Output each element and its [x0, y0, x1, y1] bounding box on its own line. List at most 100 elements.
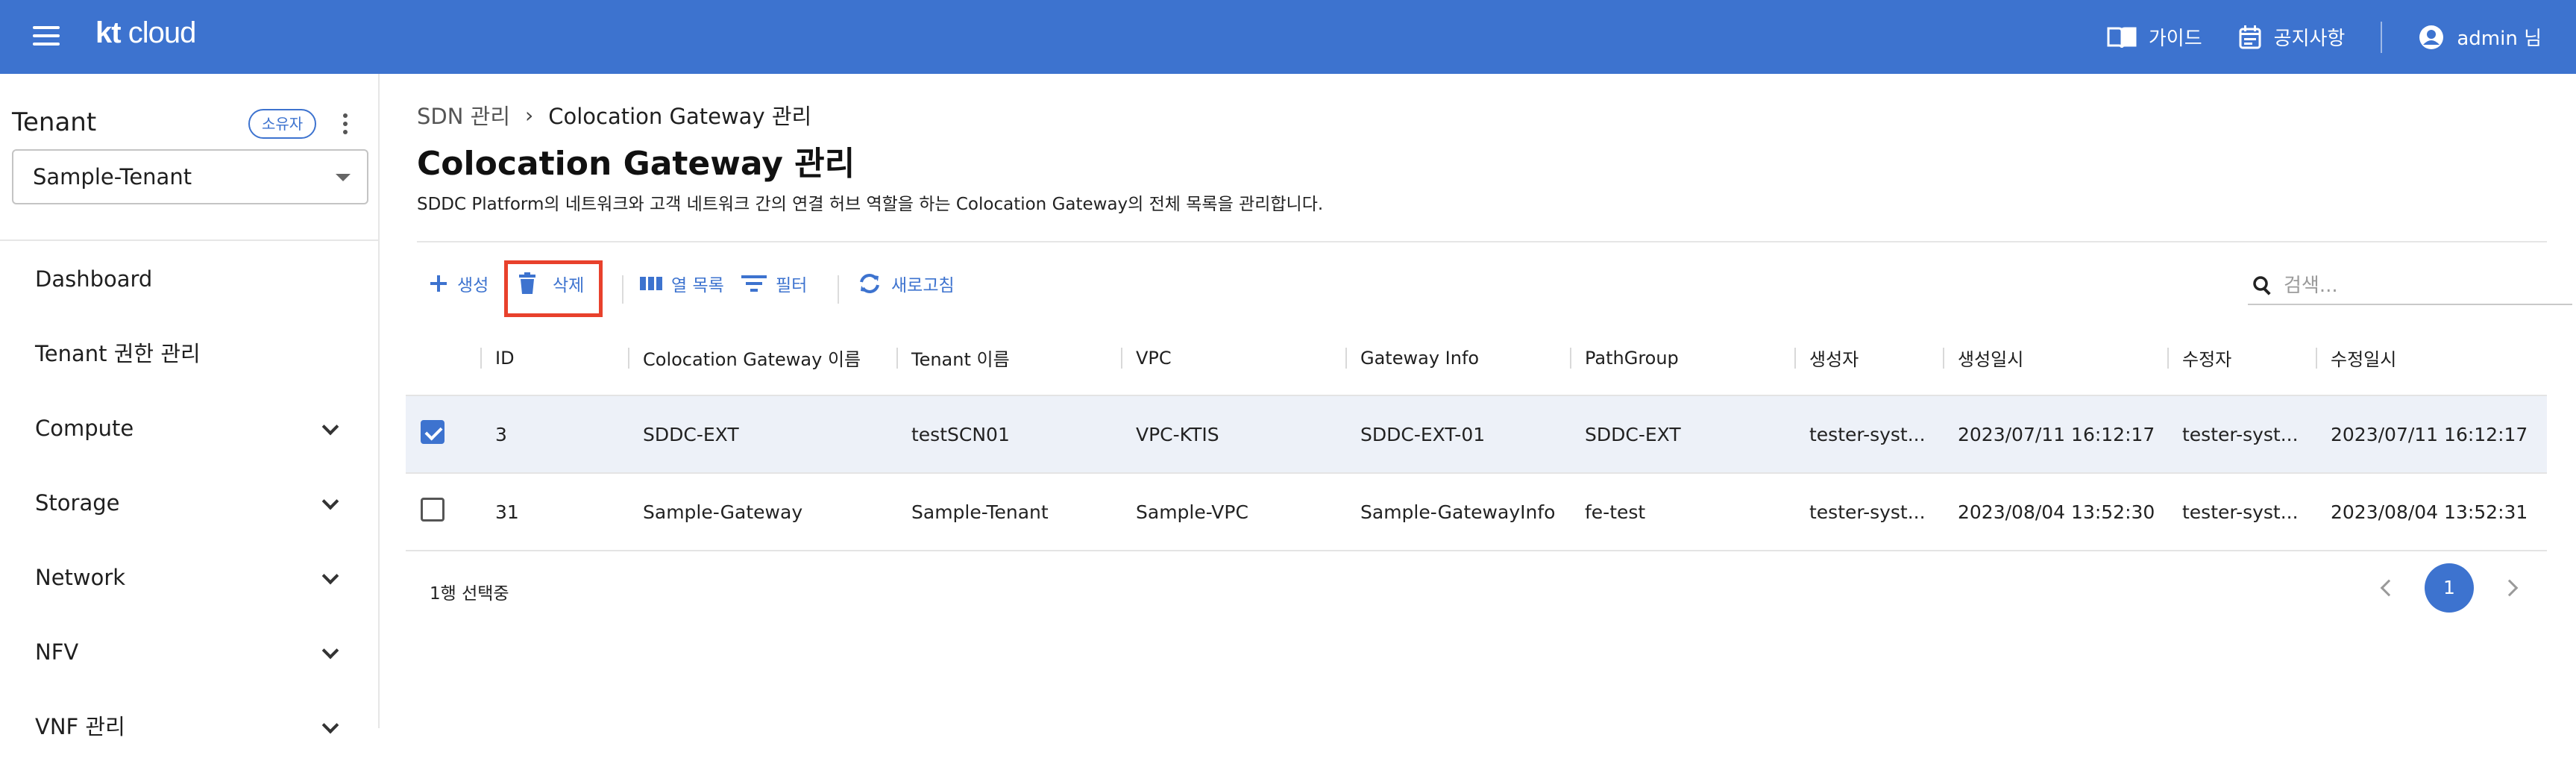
column-separator [1345, 348, 1347, 369]
column-header-label: Tenant 이름 [911, 349, 1010, 370]
sidebar: Tenant 소유자 Sample-Tenant Dashboard Tenan… [0, 74, 380, 739]
refresh-icon [860, 274, 879, 293]
calendar-icon [2239, 25, 2261, 48]
table-cell: Sample-Tenant [896, 472, 1121, 551]
search-input[interactable] [2284, 275, 2560, 297]
table-cell: 31 [480, 472, 628, 551]
column-header-label: Colocation Gateway 이름 [643, 349, 861, 370]
chevron-right-icon: › [525, 102, 534, 128]
column-header-label: ID [495, 347, 515, 369]
create-label: 생성 [457, 276, 489, 295]
page-title: Colocation Gateway 관리 [417, 145, 855, 183]
pagination: 1 [2380, 563, 2519, 613]
column-header[interactable]: 생성자 [1794, 321, 1943, 395]
column-header[interactable]: PathGroup [1570, 321, 1794, 395]
search-box[interactable] [2248, 268, 2572, 305]
sidebar-item-vnf[interactable]: VNF 관리 [0, 689, 378, 764]
columns-button[interactable]: 열 목록 [640, 271, 724, 296]
create-button[interactable]: 생성 [429, 271, 489, 296]
notice-label: 공지사항 [2273, 28, 2346, 50]
table-cell: Sample-Gateway [628, 472, 896, 551]
refresh-button[interactable]: 새로고침 [857, 271, 955, 296]
top-nav: 가이드 공지사항 admin 님 [2107, 0, 2542, 74]
sidebar-item-label: Storage [35, 490, 120, 516]
column-header[interactable]: Tenant 이름 [896, 321, 1121, 395]
breadcrumb-item-sdn[interactable]: SDN 관리 [417, 99, 510, 131]
kt-cloud-logo[interactable]: kt cloud [95, 16, 196, 50]
table-cell: tester-syst... [1794, 395, 1943, 473]
breadcrumb: SDN 관리 › Colocation Gateway 관리 [417, 99, 811, 131]
view-column-icon [640, 277, 662, 290]
table-cell: SDDC-EXT [1570, 395, 1794, 473]
plus-icon [430, 275, 447, 292]
sidebar-item-nfv[interactable]: NFV [0, 615, 378, 689]
column-separator [896, 348, 898, 369]
page-number-button[interactable]: 1 [2425, 563, 2474, 613]
column-header-label: VPC [1136, 347, 1172, 369]
guide-link[interactable]: 가이드 [2107, 23, 2202, 51]
grid-toolbar: 생성 삭제 열 목록 필터 새로고침 검색... [417, 260, 2572, 317]
table-cell: testSCN01 [896, 395, 1121, 473]
column-header[interactable]: 수정자 [2167, 321, 2316, 395]
row-select-cell [406, 395, 480, 473]
toolbar-divider [622, 275, 623, 304]
row-checkbox[interactable] [421, 498, 444, 522]
chevron-right-icon[interactable] [2501, 579, 2519, 597]
column-header[interactable]: VPC [1121, 321, 1345, 395]
table-cell: 2023/07/11 16:12:17 [2316, 395, 2547, 473]
sidebar-item-tenant-permissions[interactable]: Tenant 권한 관리 [0, 316, 378, 391]
content-divider [417, 241, 2547, 242]
chevron-down-icon [321, 716, 339, 734]
sidebar-item-label: Network [35, 565, 126, 590]
column-header[interactable]: Gateway Info [1345, 321, 1570, 395]
column-header[interactable]: 생성일시 [1943, 321, 2167, 395]
sidebar-divider [0, 239, 378, 241]
search-icon [2253, 276, 2271, 295]
sidebar-item-network[interactable]: Network [0, 540, 378, 615]
sidebar-nav: Dashboard Tenant 권한 관리 Compute Storage N… [0, 242, 378, 764]
topnav-divider [2381, 21, 2383, 53]
delete-highlight-box [504, 260, 603, 317]
chevron-down-icon [321, 642, 339, 660]
hamburger-menu-icon[interactable] [28, 21, 64, 54]
column-header[interactable]: 수정일시 [2316, 321, 2547, 395]
column-separator [1570, 348, 1571, 369]
sidebar-item-storage[interactable]: Storage [0, 466, 378, 540]
table-row[interactable]: 3 SDDC-EXT testSCN01 VPC-KTIS SDDC-EXT-0… [406, 395, 2547, 473]
column-separator [480, 348, 482, 369]
column-header-label: 생성일시 [1958, 349, 2024, 370]
filter-button[interactable]: 필터 [741, 271, 807, 296]
tenant-header: Tenant 소유자 [12, 107, 362, 139]
row-checkbox[interactable] [421, 420, 444, 444]
sidebar-item-dashboard[interactable]: Dashboard [0, 242, 378, 316]
chevron-left-icon[interactable] [2380, 579, 2398, 597]
notice-link[interactable]: 공지사항 [2238, 23, 2346, 51]
column-separator [1943, 348, 1944, 369]
selection-count: 1행 선택중 [430, 584, 509, 604]
top-app-bar: kt cloud 가이드 공지사항 admin 님 [0, 0, 2576, 74]
more-vert-icon[interactable] [334, 109, 356, 139]
logo-kt: kt [95, 16, 122, 49]
table-cell: tester-syst... [2167, 472, 2316, 551]
sidebar-item-compute[interactable]: Compute [0, 391, 378, 466]
table-cell: fe-test [1570, 472, 1794, 551]
table-cell: 2023/07/11 16:12:17 [1943, 395, 2167, 473]
breadcrumb-item-current: Colocation Gateway 관리 [548, 104, 812, 129]
table-cell: tester-syst... [2167, 395, 2316, 473]
guide-label: 가이드 [2148, 28, 2202, 50]
tenant-select[interactable]: Sample-Tenant [12, 149, 368, 204]
table-cell: SDDC-EXT-01 [1345, 395, 1570, 473]
row-select-cell [406, 472, 480, 551]
column-header[interactable]: ID [480, 321, 628, 395]
table-row[interactable]: 31 Sample-Gateway Sample-Tenant Sample-V… [406, 472, 2547, 551]
column-header[interactable]: Colocation Gateway 이름 [628, 321, 896, 395]
sidebar-item-label: VNF 관리 [35, 714, 125, 739]
book-icon [2107, 27, 2137, 48]
gateway-table: ID Colocation Gateway 이름 Tenant 이름 VPC G… [406, 321, 2547, 551]
tenant-select-value: Sample-Tenant [33, 164, 192, 190]
columns-label: 열 목록 [671, 276, 724, 295]
filter-label: 필터 [776, 276, 808, 295]
sidebar-item-label: Compute [35, 416, 134, 441]
chevron-down-icon [321, 567, 339, 585]
user-menu[interactable]: admin 님 [2418, 23, 2542, 51]
